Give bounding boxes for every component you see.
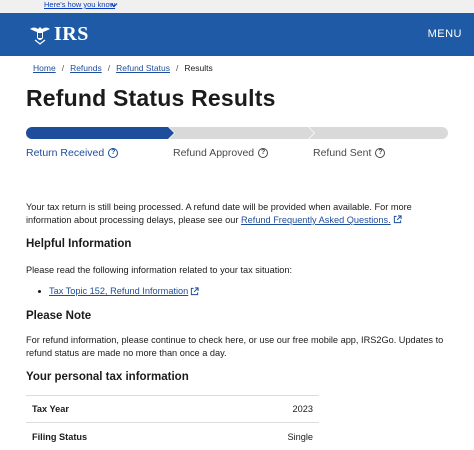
step-refund-approved: Refund Approved ? (173, 147, 269, 159)
breadcrumb-separator: / (107, 63, 111, 73)
external-link-icon (191, 286, 199, 295)
helpful-information-heading: Helpful Information (26, 238, 132, 250)
breadcrumb-separator: / (61, 63, 65, 73)
helpful-intro: Please read the following information re… (26, 265, 293, 275)
tax-topic-152-link[interactable]: Tax Topic 152, Refund Information (49, 286, 188, 296)
breadcrumb-refund-status[interactable]: Refund Status (116, 63, 170, 73)
personal-tax-info-heading: Your personal tax information (26, 371, 189, 383)
step-refund-sent: Refund Sent ? (313, 147, 386, 159)
external-link-icon (393, 215, 402, 224)
irs-logo[interactable]: IRS (28, 23, 89, 45)
status-message: Your tax return is still being processed… (26, 201, 451, 227)
page-title: Refund Status Results (26, 85, 276, 111)
please-note-heading: Please Note (26, 310, 92, 322)
progress-steps: Return Received ? Refund Approved ? Refu… (26, 147, 448, 161)
personal-tax-table: Tax Year 2023 Filing Status Single (26, 395, 319, 450)
progress-segment-sent (309, 127, 448, 139)
eagle-icon (30, 27, 50, 45)
list-item: Tax Topic 152, Refund Information (38, 286, 199, 296)
heres-how-you-know-link[interactable]: Here's how you know (44, 0, 115, 10)
help-icon[interactable]: ? (108, 148, 119, 158)
table-row: Tax Year 2023 (26, 395, 319, 423)
breadcrumb: Home / Refunds / Refund Status / Results (33, 63, 213, 73)
help-icon[interactable]: ? (375, 148, 386, 158)
gov-banner: Here's how you know (0, 0, 474, 13)
menu-button[interactable]: MENU (428, 28, 462, 40)
refund-faq-link[interactable]: Refund Frequently Asked Questions. (241, 215, 391, 225)
progress-track (26, 127, 448, 139)
refund-progress-bar (26, 127, 448, 139)
progress-segment-received (26, 127, 174, 139)
note-text: For refund information, please continue … (26, 335, 444, 358)
breadcrumb-separator: / (175, 63, 179, 73)
logo-text: IRS (54, 23, 89, 45)
row-value: 2023 (292, 404, 313, 414)
row-label: Tax Year (32, 404, 69, 414)
row-value: Single (287, 431, 313, 442)
site-header: IRS MENU (0, 13, 474, 56)
breadcrumb-current: Results (184, 63, 213, 73)
chevron-down-icon[interactable] (110, 1, 118, 9)
breadcrumb-refunds[interactable]: Refunds (70, 63, 102, 73)
step-return-received: Return Received ? (26, 147, 119, 159)
help-icon[interactable]: ? (258, 148, 269, 158)
breadcrumb-home[interactable]: Home (33, 63, 56, 73)
step-label: Refund Sent (313, 147, 372, 159)
step-label: Return Received (26, 147, 105, 159)
table-row: Filing Status Single (26, 423, 319, 450)
progress-segment-approved (169, 127, 314, 139)
row-label: Filing Status (32, 431, 88, 442)
step-label: Refund Approved (173, 147, 255, 159)
bullet-dot (38, 289, 41, 293)
